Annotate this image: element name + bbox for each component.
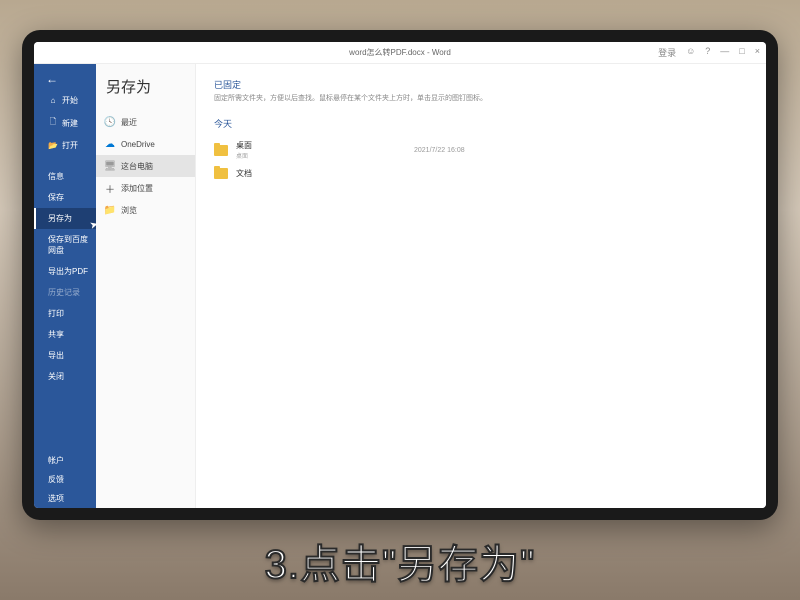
folder-name: 桌面 [236,140,406,151]
backstage-sidebar: ← ⌂开始 🗋新建 📂打开 信息 保存 另存为 保存到百度网盘 导出为PDF 历… [34,64,96,508]
nav-account[interactable]: 帐户 [34,451,96,470]
plus-icon: ＋ [104,182,116,194]
close-button[interactable]: × [755,46,760,59]
nav-new[interactable]: 🗋新建 [34,111,96,135]
nav-options[interactable]: 选项 [34,489,96,508]
nav-export-pdf[interactable]: 导出为PDF [34,261,96,282]
back-button[interactable]: ← [34,64,96,90]
nav-feedback[interactable]: 反馈 [34,470,96,489]
save-location-panel: 另存为 🕓最近 ☁OneDrive 🖥这台电脑 ＋添加位置 📁浏览 [96,64,196,508]
page-title: 另存为 [96,76,195,111]
cloud-icon: ☁ [104,138,116,150]
folder-icon [214,145,228,156]
pinned-description: 固定所需文件夹，方便以后查找。鼠标悬停在某个文件夹上方时，单击显示的图钉图标。 [214,93,748,103]
loc-add-place[interactable]: ＋添加位置 [96,177,195,199]
nav-save-baidu[interactable]: 保存到百度网盘 [34,229,96,261]
window-titlebar: word怎么转PDF.docx - Word 登录 ☺ ? — □ × [34,42,766,64]
window-title: word怎么转PDF.docx - Word [349,47,451,58]
nav-home[interactable]: ⌂开始 [34,90,96,111]
help-icon[interactable]: ? [705,46,710,59]
folder-date: 2021/7/22 16:08 [414,147,465,154]
nav-close[interactable]: 关闭 [34,366,96,387]
loc-onedrive[interactable]: ☁OneDrive [96,133,195,155]
nav-history[interactable]: 历史记录 [34,282,96,303]
pinned-heading: 已固定 [214,78,748,91]
folder-name: 文档 [236,168,406,179]
home-icon: ⌂ [48,96,58,105]
open-icon: 📂 [48,141,58,150]
folder-path: 桌面 [236,151,406,160]
pc-icon: 🖥 [104,160,116,172]
today-heading: 今天 [214,117,748,130]
nav-export[interactable]: 导出 [34,345,96,366]
maximize-button[interactable]: □ [739,46,744,59]
nav-print[interactable]: 打印 [34,303,96,324]
login-link[interactable]: 登录 [658,46,676,59]
face-icon[interactable]: ☺ [686,46,695,59]
nav-share[interactable]: 共享 [34,324,96,345]
tutorial-caption: 3.点击"另存为" [0,532,800,590]
nav-save-as[interactable]: 另存为 [34,208,96,229]
folder-row[interactable]: 文档 [214,164,748,183]
loc-browse[interactable]: 📁浏览 [96,199,195,221]
new-icon: 🗋 [48,116,58,130]
folder-row[interactable]: 桌面 桌面 2021/7/22 16:08 [214,136,748,164]
minimize-button[interactable]: — [720,46,729,59]
loc-this-pc[interactable]: 🖥这台电脑 [96,155,195,177]
nav-info[interactable]: 信息 [34,166,96,187]
loc-recent[interactable]: 🕓最近 [96,111,195,133]
folder-icon: 📁 [104,204,116,216]
clock-icon: 🕓 [104,116,116,128]
folder-icon [214,168,228,179]
nav-save[interactable]: 保存 [34,187,96,208]
nav-open[interactable]: 📂打开 [34,135,96,156]
content-pane: 已固定 固定所需文件夹，方便以后查找。鼠标悬停在某个文件夹上方时，单击显示的图钉… [196,64,766,508]
